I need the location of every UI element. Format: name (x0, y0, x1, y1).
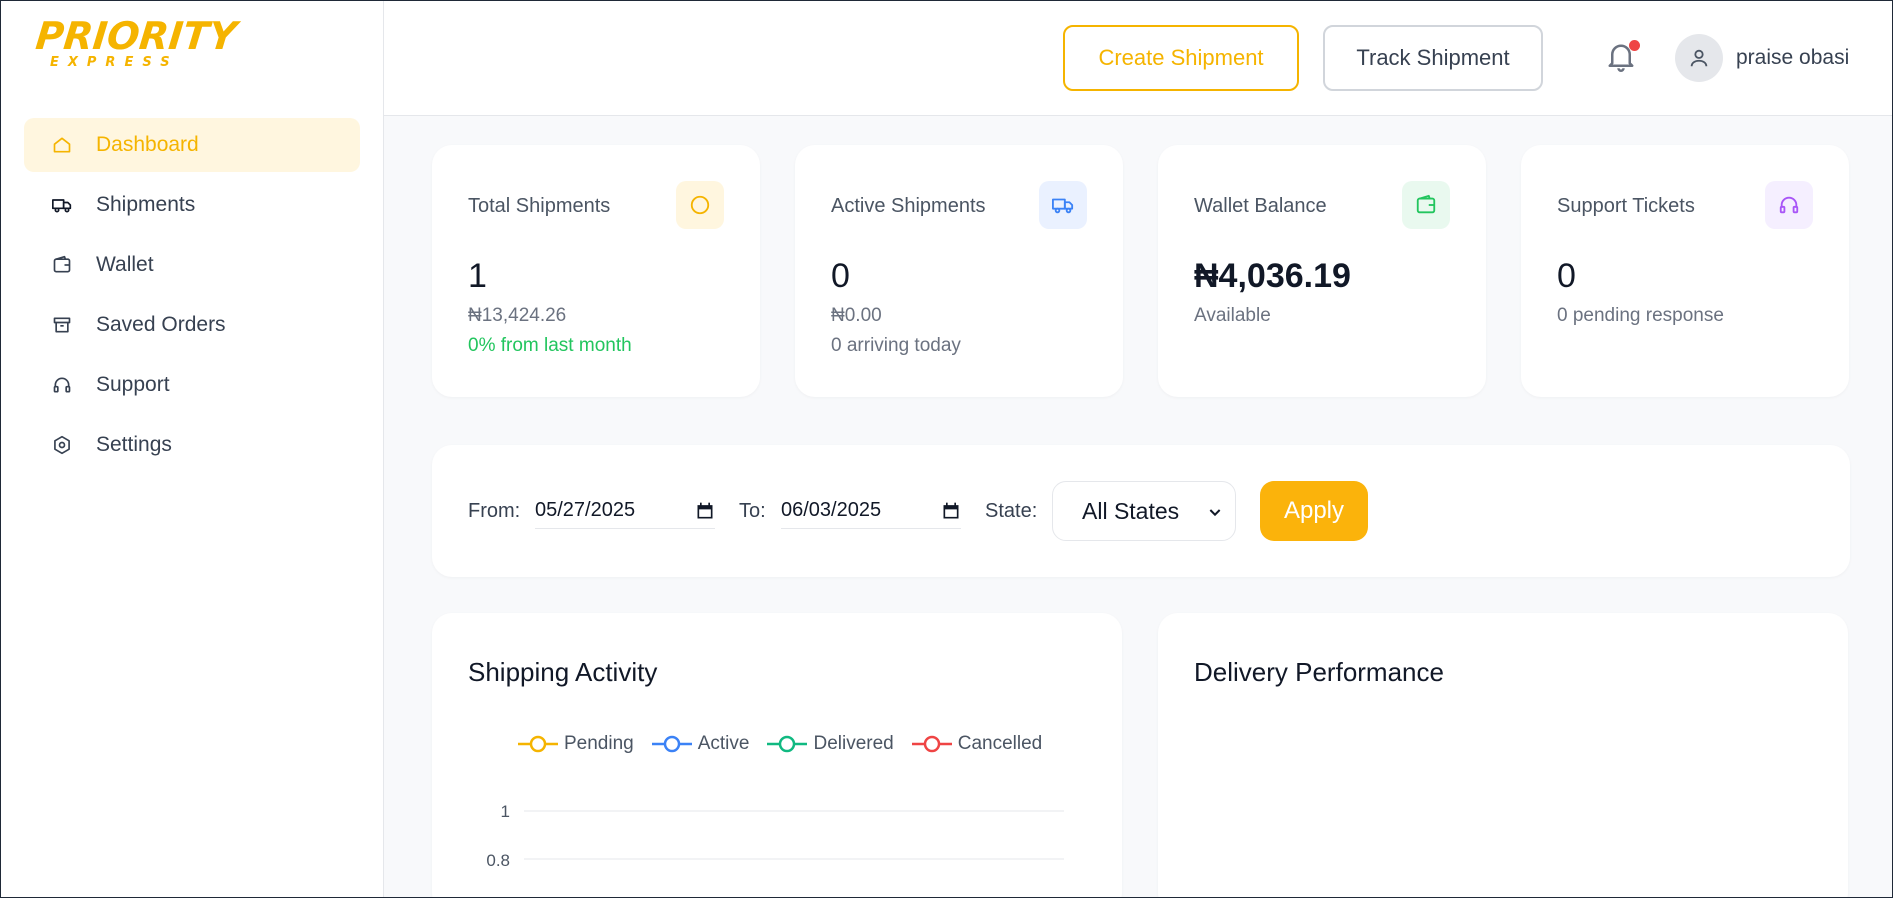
to-date-input[interactable]: 06/03/2025 (781, 493, 961, 529)
y-tick-label: 0.8 (486, 851, 510, 870)
stat-arriving: 0 arriving today (831, 335, 961, 356)
circle-icon (676, 181, 724, 229)
sidebar-item-saved-orders[interactable]: Saved Orders (24, 298, 360, 352)
stat-value: 0 (831, 257, 850, 295)
legend-marker (651, 735, 692, 753)
stat-pending: 0 pending response (1557, 305, 1724, 326)
sidebar-item-dashboard[interactable]: Dashboard (24, 118, 360, 172)
truck-icon (1039, 181, 1087, 229)
sidebar-item-label: Wallet (96, 253, 154, 276)
chart-title: Shipping Activity (468, 657, 658, 687)
legend-marker (518, 735, 558, 753)
legend-item-cancelled[interactable]: Cancelled (911, 733, 1043, 755)
logo-text: PRIORITY (33, 14, 239, 58)
from-date-value: 05/27/2025 (535, 499, 636, 521)
sidebar-item-label: Settings (96, 433, 172, 456)
state-label: State: (985, 500, 1038, 522)
legend-label: Delivered (813, 733, 894, 754)
priority-express-logo[interactable]: PRIORITY EXPRESS (34, 14, 239, 76)
shipping-activity-card: Shipping Activity Pending Active Deliver… (432, 613, 1122, 898)
sidebar-item-wallet[interactable]: Wallet (24, 238, 360, 292)
avatar[interactable] (1675, 34, 1723, 82)
chart-legend: Pending Active Delivered Cancelled (518, 733, 1060, 755)
sidebar-item-label: Dashboard (96, 133, 199, 156)
legend-marker (911, 735, 952, 753)
sidebar-item-label: Shipments (96, 193, 196, 216)
stat-title: Total Shipments (468, 195, 611, 217)
y-tick-label: 1 (501, 802, 510, 821)
user-icon (1690, 49, 1708, 67)
stat-title: Support Tickets (1557, 195, 1695, 217)
stat-card-total-shipments: Total Shipments 1 ₦13,424.26 0% from las… (432, 145, 760, 397)
legend-label: Active (697, 733, 750, 754)
sidebar: PRIORITY EXPRESS Dashboard Shipments Wal… (0, 0, 384, 898)
stat-value: ₦4,036.19 (1194, 257, 1351, 295)
state-select-value: All States (1082, 497, 1180, 524)
truck-icon (52, 195, 72, 215)
to-label: To: (739, 500, 766, 522)
wallet-icon (1402, 181, 1450, 229)
sidebar-item-support[interactable]: Support (24, 358, 360, 412)
sidebar-nav: Dashboard Shipments Wallet Saved Orders … (24, 118, 360, 478)
stat-amount: ₦0.00 (831, 305, 882, 326)
stat-title: Active Shipments (831, 195, 986, 217)
legend-item-delivered[interactable]: Delivered (767, 733, 894, 755)
home-icon (52, 135, 72, 155)
notification-dot (1629, 40, 1640, 51)
headset-icon (1765, 181, 1813, 229)
sidebar-item-settings[interactable]: Settings (24, 418, 360, 472)
top-header: Create Shipment Track Shipment praise ob… (384, 0, 1893, 116)
archive-icon (52, 315, 72, 335)
logo-subtext: EXPRESS (50, 55, 179, 70)
to-date-value: 06/03/2025 (781, 499, 882, 521)
stat-card-wallet-balance: Wallet Balance ₦4,036.19 Available (1158, 145, 1486, 397)
legend-label: Cancelled (957, 733, 1043, 754)
legend-marker (767, 735, 808, 753)
gear-icon (52, 435, 72, 455)
activity-chart: 1 0.8 (486, 802, 1064, 870)
apply-button[interactable]: Apply (1260, 481, 1368, 541)
stat-available: Available (1194, 305, 1271, 326)
legend-label: Pending (564, 733, 634, 754)
calendar-icon[interactable] (941, 501, 961, 521)
filter-bar: From: 05/27/2025 To: 06/03/2025 State: A… (432, 445, 1850, 577)
wallet-icon (52, 255, 72, 275)
sidebar-item-label: Saved Orders (96, 313, 226, 336)
track-shipment-button[interactable]: Track Shipment (1323, 25, 1543, 91)
stat-value: 1 (468, 257, 487, 295)
state-select[interactable]: All States (1052, 481, 1236, 541)
from-date-input[interactable]: 05/27/2025 (535, 493, 715, 529)
sidebar-item-shipments[interactable]: Shipments (24, 178, 360, 232)
stat-amount: ₦13,424.26 (468, 305, 567, 326)
stat-change: 0% from last month (468, 335, 632, 356)
stat-title: Wallet Balance (1194, 195, 1327, 217)
delivery-performance-card: Delivery Performance (1158, 613, 1848, 898)
sidebar-item-label: Support (96, 373, 170, 396)
stat-value: 0 (1557, 257, 1576, 295)
username[interactable]: praise obasi (1736, 46, 1849, 70)
calendar-icon[interactable] (695, 501, 715, 521)
legend-item-pending[interactable]: Pending (518, 733, 634, 755)
chart-title: Delivery Performance (1194, 657, 1444, 687)
stat-card-support-tickets: Support Tickets 0 0 pending response (1521, 145, 1849, 397)
legend-item-active[interactable]: Active (651, 733, 750, 755)
from-label: From: (468, 500, 521, 522)
chevron-down-icon (1209, 509, 1221, 517)
headset-icon (52, 375, 72, 395)
create-shipment-button[interactable]: Create Shipment (1063, 25, 1299, 91)
stat-card-active-shipments: Active Shipments 0 ₦0.00 0 arriving toda… (795, 145, 1123, 397)
